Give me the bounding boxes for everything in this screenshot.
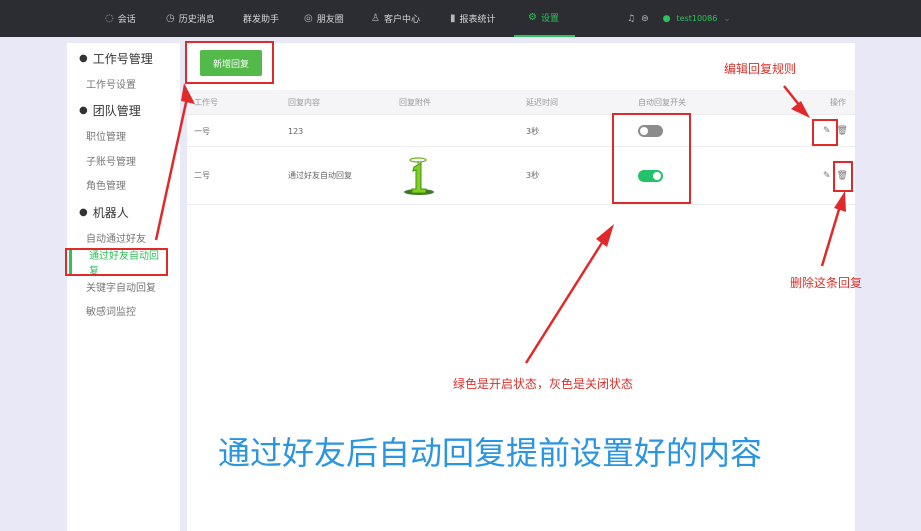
caption: 通过好友后自动回复提前设置好的内容 <box>218 434 763 472</box>
annotation-edit: 编辑回复规则 <box>724 62 797 76</box>
annotation-toggle-note: 绿色是开启状态，灰色是关闭状态 <box>453 377 634 391</box>
annotation-delete: 删除这条回复 <box>790 276 863 290</box>
